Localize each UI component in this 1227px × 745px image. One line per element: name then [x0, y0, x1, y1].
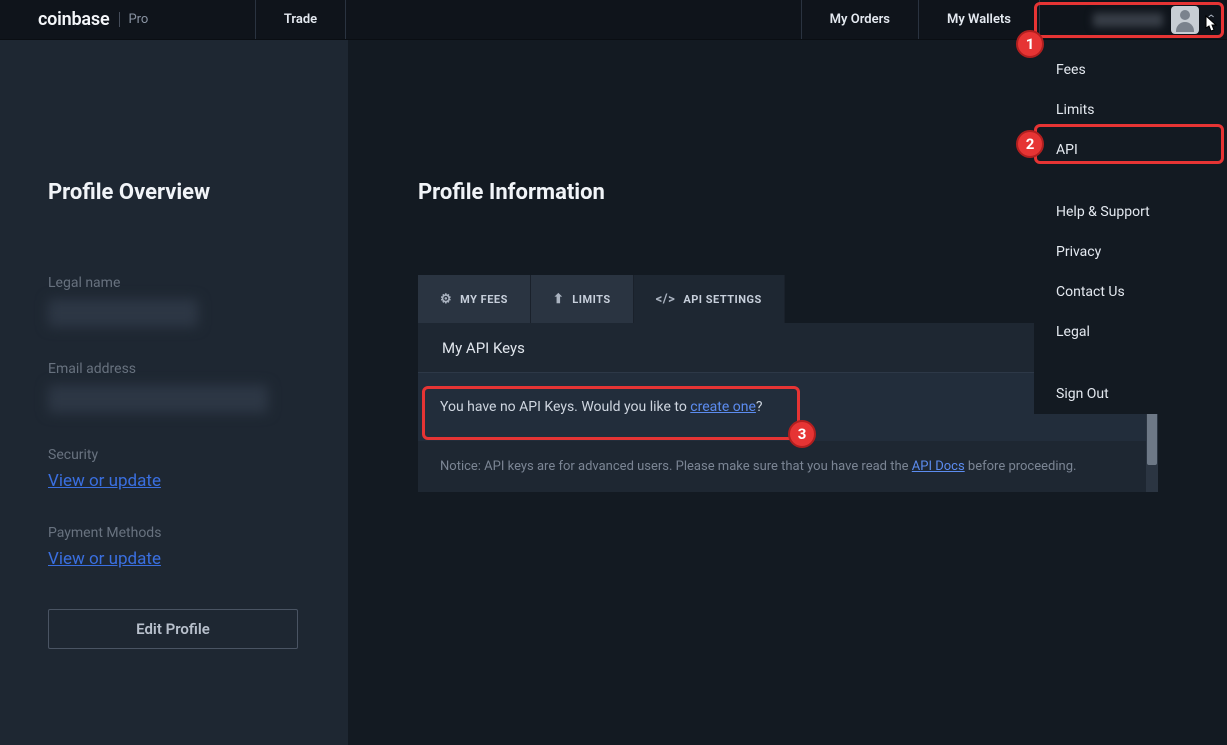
edit-profile-button[interactable]: Edit Profile [48, 609, 298, 649]
email-label: Email address [48, 361, 300, 377]
logo-sub: Pro [119, 12, 148, 27]
tab-label: MY FEES [460, 293, 508, 306]
user-menu-toggle[interactable]: ⌃ [1039, 0, 1227, 39]
sidebar-title: Profile Overview [48, 180, 300, 205]
no-api-keys-message: You have no API Keys. Would you like to … [440, 399, 1136, 415]
legal-name-redacted [48, 299, 198, 327]
avatar-icon [1171, 6, 1199, 34]
brand-logo[interactable]: coinbase Pro [0, 0, 256, 39]
dd-limits[interactable]: Limits [1034, 90, 1227, 130]
notice-post: before proceeding. [965, 459, 1077, 474]
email-section: Email address [48, 361, 300, 413]
dd-api[interactable]: API [1034, 130, 1227, 170]
security-section: Security View or update [48, 447, 300, 491]
nav-spacer [346, 0, 801, 39]
security-link[interactable]: View or update [48, 471, 300, 491]
nav-my-wallets[interactable]: My Wallets [918, 0, 1039, 39]
security-label: Security [48, 447, 300, 463]
code-icon: </> [656, 292, 676, 307]
panel-title: My API Keys [442, 339, 525, 357]
dd-fees[interactable]: Fees [1034, 50, 1227, 90]
payment-label: Payment Methods [48, 525, 300, 541]
upload-icon: ⬆ [553, 292, 564, 307]
legal-name-label: Legal name [48, 275, 300, 291]
tab-api-settings[interactable]: </> API SETTINGS [634, 275, 785, 323]
sidebar: Profile Overview Legal name Email addres… [0, 40, 348, 745]
payment-section: Payment Methods View or update [48, 525, 300, 569]
api-notice: Notice: API keys are for advanced users.… [418, 441, 1158, 492]
tab-label: LIMITS [572, 293, 610, 306]
api-docs-link[interactable]: API Docs [912, 459, 965, 474]
create-one-link[interactable]: create one [690, 399, 756, 415]
dd-separator [1034, 170, 1227, 192]
notice-pre: Notice: API keys are for advanced users.… [440, 459, 912, 474]
dd-separator [1034, 352, 1227, 374]
tab-my-fees[interactable]: ⚙ MY FEES [418, 275, 531, 323]
nav-trade[interactable]: Trade [256, 0, 346, 39]
dd-help[interactable]: Help & Support [1034, 192, 1227, 232]
dd-signout[interactable]: Sign Out [1034, 374, 1227, 414]
top-nav: coinbase Pro Trade My Orders My Wallets … [0, 0, 1227, 40]
link-icon: ⚙ [440, 292, 452, 307]
dd-legal[interactable]: Legal [1034, 312, 1227, 352]
msg-post: ? [756, 399, 763, 415]
logo-main: coinbase [38, 9, 109, 30]
tab-label: API SETTINGS [683, 293, 761, 306]
dd-contact[interactable]: Contact Us [1034, 272, 1227, 312]
user-dropdown: Fees Limits API Help & Support Privacy C… [1034, 40, 1227, 414]
nav-my-orders[interactable]: My Orders [801, 0, 918, 39]
payment-link[interactable]: View or update [48, 549, 300, 569]
tab-limits[interactable]: ⬆ LIMITS [531, 275, 634, 323]
user-name-redacted [1093, 13, 1163, 27]
email-redacted [48, 385, 268, 413]
chevron-up-icon: ⌃ [1205, 14, 1216, 25]
legal-name-section: Legal name [48, 275, 300, 327]
dd-privacy[interactable]: Privacy [1034, 232, 1227, 272]
msg-pre: You have no API Keys. Would you like to [440, 399, 690, 415]
